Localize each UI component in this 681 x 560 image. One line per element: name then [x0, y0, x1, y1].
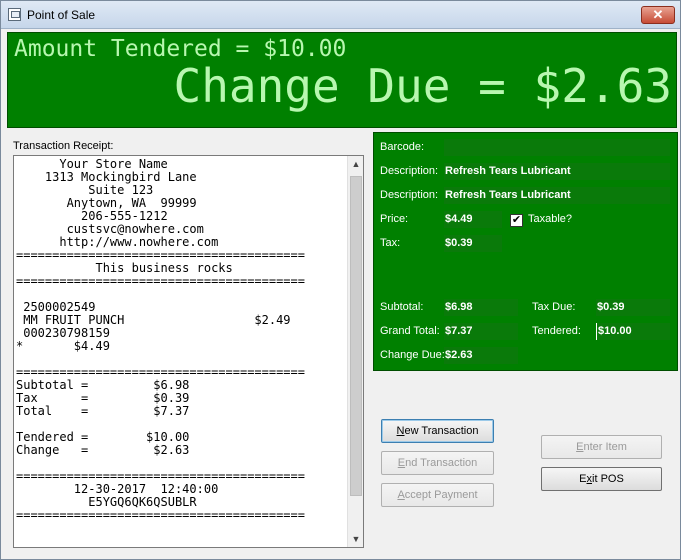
close-icon: ✕ — [652, 7, 664, 22]
price-field: $4.49 — [444, 211, 502, 228]
enter-item-button[interactable]: Enter Item — [541, 435, 662, 459]
scroll-thumb[interactable] — [350, 176, 362, 496]
description-field-1: Refresh Tears Lubricant — [444, 163, 670, 180]
receipt-line: MM FRUIT PUNCH $2.49 — [16, 314, 291, 327]
taxable-label: Taxable? — [528, 213, 573, 225]
receipt-textbox[interactable]: Your Store Name 1313 Mockingbird Lane Su… — [13, 155, 364, 548]
receipt-line: 12-30-2017 12:40:00 — [16, 483, 219, 496]
receipt-line — [16, 288, 346, 301]
receipt-line: http://www.nowhere.com — [16, 236, 219, 249]
receipt-line: Anytown, WA 99999 — [16, 197, 197, 210]
scroll-up-icon[interactable]: ▲ — [348, 156, 363, 172]
receipt-line: * $4.49 — [16, 340, 110, 353]
receipt-line: ======================================== — [16, 470, 305, 483]
taxable-checkbox[interactable]: ✔ — [510, 214, 523, 227]
scroll-down-icon[interactable]: ▼ — [348, 531, 363, 547]
app-window-icon — [8, 8, 21, 21]
receipt-line: Tendered = $10.00 — [16, 431, 190, 444]
receipt-line: 2500002549 — [16, 301, 96, 314]
receipt-scrollbar[interactable]: ▲ ▼ — [347, 156, 363, 547]
exit-pos-button[interactable]: Exit POS — [541, 467, 662, 491]
receipt-text: Your Store Name 1313 Mockingbird Lane Su… — [16, 158, 346, 522]
receipt-line: 206-555-1212 — [16, 210, 168, 223]
tendered-label: Tendered: — [532, 325, 581, 337]
end-transaction-button[interactable]: End Transaction — [381, 451, 494, 475]
tax-due-field: $0.39 — [596, 299, 670, 316]
receipt-line: ======================================== — [16, 275, 305, 288]
window-title: Point of Sale — [27, 8, 96, 22]
grand-total-field: $7.37 — [444, 323, 518, 340]
receipt-line — [16, 418, 346, 431]
barcode-label: Barcode: — [380, 141, 425, 153]
accept-payment-button[interactable]: Accept Payment — [381, 483, 494, 507]
title-bar: Point of Sale ✕ — [1, 1, 680, 29]
new-transaction-button[interactable]: New Transaction — [381, 419, 494, 443]
receipt-line: ======================================== — [16, 366, 305, 379]
description-field-2: Refresh Tears Lubricant — [444, 187, 670, 204]
price-label: Price: — [380, 213, 409, 225]
receipt-line: This business rocks — [16, 262, 233, 275]
tax-field: $0.39 — [444, 235, 502, 252]
receipt-line: ======================================== — [16, 249, 305, 262]
receipt-line: 000230798159 — [16, 327, 110, 340]
receipt-line: 1313 Mockingbird Lane — [16, 171, 197, 184]
customer-display: Amount Tendered = $10.00 Change Due = $2… — [7, 32, 677, 128]
item-info-panel: Barcode: Description: Refresh Tears Lubr… — [373, 132, 678, 371]
receipt-line: Suite 123 — [16, 184, 154, 197]
grand-total-label: Grand Total: — [380, 325, 440, 337]
receipt-line: E5YGQ6QK6QSUBLR — [16, 496, 197, 509]
receipt-label: Transaction Receipt: — [13, 140, 114, 152]
receipt-line: Subtotal = $6.98 — [16, 379, 190, 392]
receipt-line — [16, 457, 346, 470]
receipt-line: Your Store Name — [16, 158, 168, 171]
tax-due-label: Tax Due: — [532, 301, 576, 313]
receipt-line: ======================================== — [16, 509, 305, 522]
receipt-line: custsvc@nowhere.com — [16, 223, 204, 236]
change-due-label: Change Due: — [380, 349, 445, 361]
tax-label: Tax: — [380, 237, 401, 249]
barcode-input[interactable] — [444, 139, 670, 156]
close-button[interactable]: ✕ — [641, 6, 675, 24]
description-label-2: Description: — [380, 189, 439, 201]
receipt-line: Change = $2.63 — [16, 444, 190, 457]
change-due-display: Change Due = $2.63 — [173, 59, 673, 113]
receipt-line: Total = $7.37 — [16, 405, 190, 418]
change-due-field: $2.63 — [444, 347, 518, 364]
tendered-input[interactable]: $10.00 — [596, 323, 670, 340]
description-label-1: Description: — [380, 165, 439, 177]
receipt-line — [16, 353, 346, 366]
receipt-line: Tax = $0.39 — [16, 392, 190, 405]
subtotal-label: Subtotal: — [380, 301, 424, 313]
subtotal-field: $6.98 — [444, 299, 518, 316]
pos-window: Point of Sale ✕ Amount Tendered = $10.00… — [0, 0, 681, 560]
